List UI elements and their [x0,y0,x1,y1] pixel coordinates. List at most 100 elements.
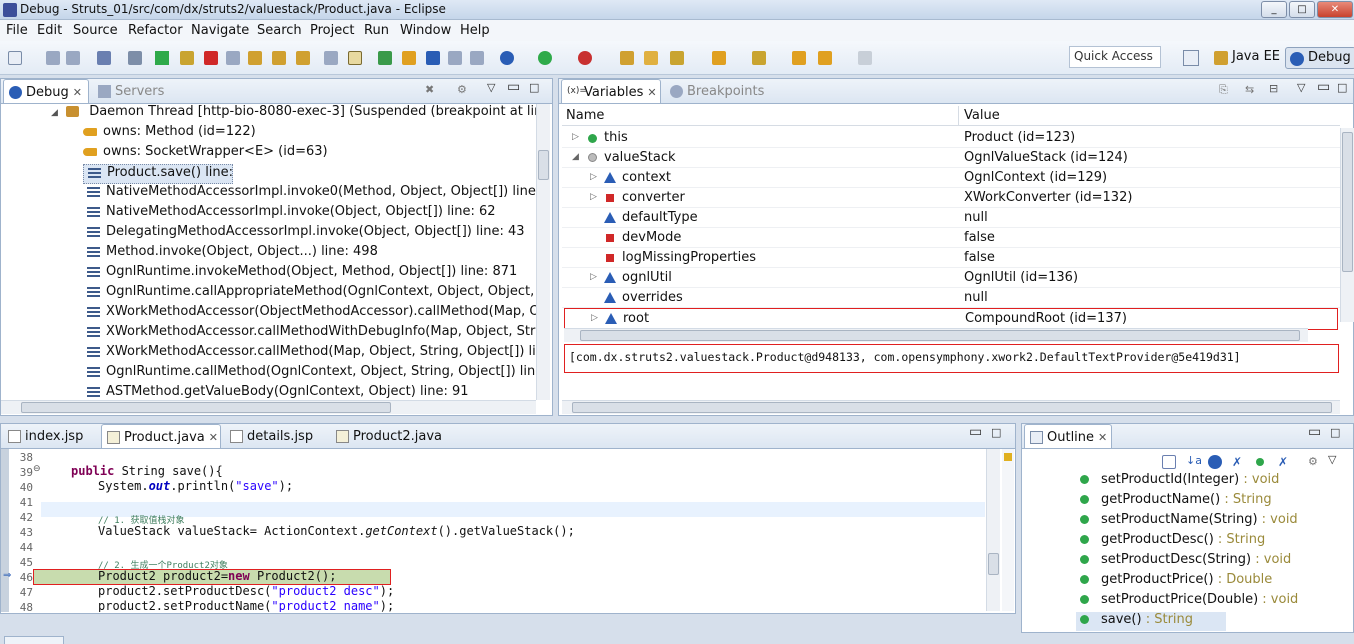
outline-item-selected[interactable]: save() : String [1076,612,1226,631]
maximize-view-icon[interactable]: □ [529,81,539,94]
display-icon[interactable] [448,51,462,65]
outline-item[interactable]: getProductDesc() : String [1080,532,1265,552]
new-icon[interactable] [8,51,22,65]
outline-item[interactable]: getProductName() : String [1080,492,1272,512]
forward-icon[interactable] [858,51,872,65]
tab-servers[interactable]: Servers [93,79,173,103]
collapse-all-icon[interactable] [1162,455,1176,469]
variables-horizontal-scrollbar[interactable] [562,400,1340,414]
step-return-icon[interactable] [296,51,310,65]
outline-item[interactable]: getProductPrice() : Double [1080,572,1272,592]
menu-file[interactable]: File [6,23,28,38]
debug-tool-icon[interactable] [402,51,416,65]
search-tool-icon[interactable] [670,51,684,65]
column-header-name[interactable]: Name [566,108,604,123]
stack-frame-row[interactable]: OgnlRuntime.callMethod(OgnlContext, Obje… [87,364,536,384]
collapse-icon[interactable]: ◢ [572,152,579,162]
back-icon[interactable] [792,51,806,65]
maximize-view-icon[interactable]: □ [1337,81,1347,94]
menu-edit[interactable]: Edit [37,23,62,38]
open-folder-icon[interactable] [644,51,658,65]
variable-row[interactable]: ▷ converter XWorkConverter (id=132) [562,188,1340,208]
tab-breakpoints[interactable]: Breakpoints [665,79,765,103]
terminate-icon[interactable] [204,51,218,65]
stack-frame-row[interactable]: Product.save() line: 46 [83,164,233,184]
next-annotation-icon[interactable] [752,51,766,65]
annotation-icon[interactable] [712,51,726,65]
column-divider[interactable] [958,106,959,126]
show-whitespace-icon[interactable] [470,51,484,65]
maximize-button[interactable]: □ [1289,1,1315,18]
stack-frame-row[interactable]: NativeMethodAccessorImpl.invoke(Object, … [87,204,536,224]
menu-navigate[interactable]: Navigate [191,23,249,38]
variables-inner-horizontal-scrollbar[interactable] [564,328,1308,342]
watch-icon[interactable] [426,51,440,65]
perspective-java-ee[interactable]: Java EE [1210,47,1284,69]
stack-frame-row[interactable]: OgnlRuntime.invokeMethod(Object, Method,… [87,264,536,284]
skip-breakpoints-icon[interactable] [128,51,142,65]
menu-help[interactable]: Help [460,23,490,38]
stack-frame-row[interactable]: NativeMethodAccessorImpl.invoke0(Method,… [87,184,536,204]
expand-icon[interactable]: ▷ [590,272,597,282]
editor-tab-product2-java[interactable]: Product2.java [331,424,442,448]
variable-row-root[interactable]: ▷ root CompoundRoot (id=137) [564,308,1338,330]
view-menu-icon[interactable]: ▽ [1297,81,1305,94]
editor-vertical-scrollbar[interactable] [986,449,1000,611]
expand-icon[interactable]: ◢ [51,108,58,118]
back-nav-icon[interactable] [818,51,832,65]
step-into-icon[interactable] [248,51,262,65]
close-icon[interactable]: ✕ [1098,431,1107,444]
outline-item[interactable]: setProductDesc(String) : void [1080,552,1291,572]
maximize-view-icon[interactable]: □ [1330,426,1340,439]
editor-tab-product-java[interactable]: Product.java ✕ [101,424,221,448]
scroll-thumb[interactable] [1342,132,1353,272]
variable-row[interactable]: ◢ valueStack OgnlValueStack (id=124) [562,148,1340,168]
editor-tab-details-jsp[interactable]: details.jsp [225,424,325,448]
tab-variables[interactable]: (x)= Variables ✕ [561,79,661,103]
menu-run[interactable]: Run [364,23,389,38]
suspend-icon[interactable] [180,51,194,65]
menu-search[interactable]: Search [257,23,302,38]
owns-row[interactable]: owns: SocketWrapper<E> (id=63) [83,144,328,164]
hide-static-icon[interactable]: ✗ [1232,455,1246,469]
variable-row[interactable]: ▷ context OgnlContext (id=129) [562,168,1340,188]
menu-window[interactable]: Window [400,23,451,38]
variable-row[interactable]: ▷ ognlUtil OgnlUtil (id=136) [562,268,1340,288]
use-step-filters-icon[interactable] [348,51,362,65]
close-icon[interactable]: ✕ [73,86,82,99]
hide-fields-icon[interactable] [1208,455,1222,469]
maximize-view-icon[interactable]: □ [991,426,1001,439]
view-menu-icon[interactable]: ▽ [1328,453,1336,466]
stack-frame-row[interactable]: ASTMethod.getValueBody(OgnlContext, Obje… [87,384,536,400]
code-editor[interactable]: 38 39 ⊖ 40 41 42 43 44 45 46 ⇒ 47 48 pub… [1,449,985,612]
scroll-thumb[interactable] [538,150,549,180]
run-icon[interactable] [538,51,552,65]
scroll-thumb[interactable] [572,402,1332,413]
resume-icon[interactable] [155,51,169,65]
minimize-button[interactable]: _ [1261,1,1287,18]
fold-icon[interactable]: ⊖ [33,464,41,474]
debug-horizontal-scrollbar[interactable] [1,400,536,414]
stack-frame-row[interactable]: XWorkMethodAccessor(ObjectMethodAccessor… [87,304,536,324]
step-over-icon[interactable] [272,51,286,65]
minimize-view-icon[interactable]: ▭ [1317,79,1330,95]
toggle-breakpoint-icon[interactable] [378,51,392,65]
close-icon[interactable]: ✕ [647,86,656,99]
variables-vertical-scrollbar[interactable] [1340,128,1354,322]
scroll-thumb[interactable] [580,330,1300,341]
tab-debug[interactable]: Debug ✕ [3,79,89,103]
link-icon[interactable]: ⚙ [1308,455,1322,469]
stack-frame-row[interactable]: XWorkMethodAccessor.callMethodWithDebugI… [87,324,536,344]
variable-detail-pane[interactable]: [com.dx.struts2.valuestack.Product@d9481… [564,344,1339,373]
collapse-all-icon[interactable]: ⊟ [1269,82,1278,95]
expand-icon[interactable]: ▷ [572,132,579,142]
warning-marker[interactable] [1004,453,1012,461]
sort-icon[interactable]: ↓a [1186,454,1202,468]
variable-row[interactable]: overrides null [562,288,1340,308]
expand-icon[interactable]: ▷ [591,313,598,323]
expand-icon[interactable]: ▷ [590,172,597,182]
owns-row[interactable]: owns: Method (id=122) [83,124,256,144]
show-logical-structure-icon[interactable]: ⇆ [1245,83,1254,96]
trimmed-stack[interactable] [4,636,64,644]
stack-frame-row[interactable]: XWorkMethodAccessor.callMethod(Map, Obje… [87,344,536,364]
